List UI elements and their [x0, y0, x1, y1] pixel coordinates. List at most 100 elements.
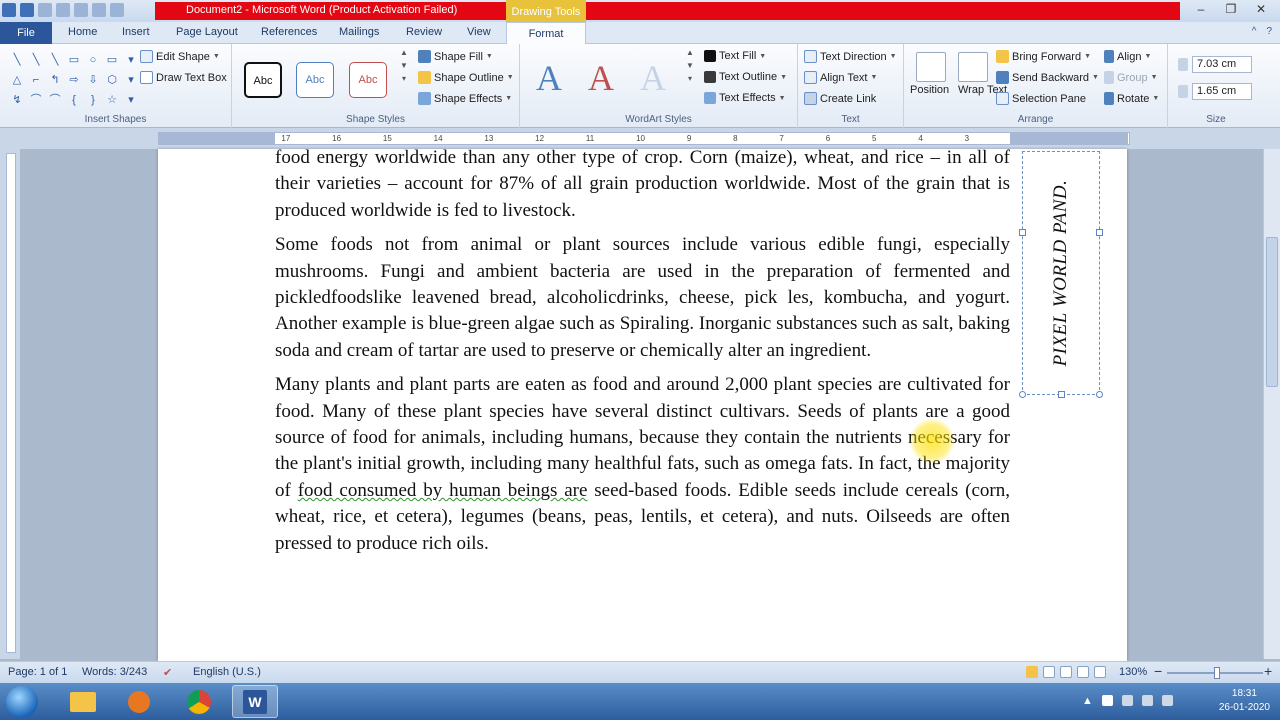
- shape-style-2[interactable]: Abc: [296, 62, 334, 98]
- shape-style-3[interactable]: Abc: [349, 62, 387, 98]
- shape-height-field[interactable]: 7.03 cm: [1192, 56, 1252, 73]
- align-button[interactable]: Align ▼: [1104, 50, 1151, 63]
- action-center-icon[interactable]: [1101, 695, 1113, 706]
- tab-file[interactable]: File: [0, 22, 52, 44]
- selected-text-box[interactable]: PIXEL WORLD PAND.: [1019, 151, 1103, 398]
- close-button[interactable]: ✕: [1246, 0, 1276, 18]
- resize-handle-bottom-left[interactable]: [1019, 391, 1026, 398]
- word-icon[interactable]: [2, 3, 16, 17]
- shape-gallery-item[interactable]: }: [84, 92, 102, 109]
- volume-icon[interactable]: [1161, 695, 1173, 706]
- shape-gallery-item[interactable]: ▭: [65, 52, 83, 69]
- more-icon[interactable]: ▾: [402, 74, 406, 83]
- customize-qat-icon[interactable]: [110, 3, 124, 17]
- shape-style-1[interactable]: Abc: [244, 62, 282, 98]
- shape-gallery-item[interactable]: ⇩: [84, 72, 102, 89]
- scroll-down-icon[interactable]: ▼: [400, 61, 408, 70]
- tab-view[interactable]: View: [467, 26, 491, 38]
- zoom-slider-knob[interactable]: [1214, 667, 1220, 679]
- page-count[interactable]: Page: 1 of 1: [8, 666, 67, 678]
- shape-width-field[interactable]: 1.65 cm: [1192, 83, 1252, 100]
- scroll-up-icon[interactable]: ▲: [400, 48, 408, 57]
- text-direction-button[interactable]: Text Direction ▼: [804, 50, 897, 63]
- paragraph-2[interactable]: Some foods not from animal or plant sour…: [275, 232, 1010, 364]
- shape-gallery-item[interactable]: ▾: [122, 52, 140, 69]
- show-hidden-icons[interactable]: ▲: [1082, 695, 1093, 707]
- shape-gallery-item[interactable]: {: [65, 92, 83, 109]
- start-button[interactable]: [6, 686, 38, 718]
- tab-insert[interactable]: Insert: [122, 26, 150, 38]
- document-page[interactable]: food energy worldwide than any other typ…: [158, 149, 1127, 661]
- clock[interactable]: 18:31 26-01-2020: [1219, 687, 1270, 715]
- shape-gallery-item[interactable]: ↯: [8, 92, 26, 109]
- wrap-text-icon[interactable]: [958, 52, 988, 82]
- shape-styles-scroll[interactable]: ▲ ▼ ▾: [400, 48, 408, 83]
- shape-gallery-item[interactable]: ⌒: [27, 92, 45, 109]
- paragraph-1[interactable]: food energy worldwide than any other typ…: [275, 149, 1010, 224]
- rotate-button[interactable]: Rotate ▼: [1104, 92, 1159, 105]
- text-fill-button[interactable]: Text Fill ▼: [704, 50, 766, 62]
- minimize-ribbon-icon[interactable]: ^: [1252, 26, 1257, 37]
- shape-gallery-item[interactable]: ╲: [27, 52, 45, 69]
- shape-outline-button[interactable]: Shape Outline ▼: [418, 71, 514, 84]
- scrollbar-thumb[interactable]: [1266, 237, 1278, 387]
- wordart-style-2[interactable]: A: [588, 58, 614, 98]
- shape-gallery-item[interactable]: ⇨: [65, 72, 83, 89]
- network-icon[interactable]: [1121, 695, 1133, 706]
- draft-view-icon[interactable]: [1094, 666, 1106, 678]
- resize-handle-bottom[interactable]: [1058, 391, 1065, 398]
- vertical-ruler-scale[interactable]: [6, 153, 16, 653]
- taskbar-media-player[interactable]: [116, 685, 162, 718]
- resize-handle-right[interactable]: [1096, 229, 1103, 236]
- scroll-up-icon[interactable]: ▲: [686, 48, 694, 57]
- tab-page-layout[interactable]: Page Layout: [176, 26, 238, 38]
- web-layout-icon[interactable]: [1060, 666, 1072, 678]
- tab-references[interactable]: References: [261, 26, 317, 38]
- minimize-button[interactable]: –: [1186, 0, 1216, 18]
- taskbar-word[interactable]: W: [232, 685, 278, 718]
- zoom-out-button[interactable]: −: [1154, 663, 1162, 679]
- proofing-icon[interactable]: ✔: [163, 666, 172, 679]
- word-count[interactable]: Words: 3/243: [82, 666, 147, 678]
- print-preview-icon[interactable]: [92, 3, 106, 17]
- shapes-gallery[interactable]: ╲ ╲ ╲ ▭ ○ ▭ ▾ △ ⌐ ↰ ⇨ ⇩ ⬡ ▾ ↯ ⌒ ⌒{} ☆ ▾: [8, 52, 140, 109]
- power-icon[interactable]: [1141, 695, 1153, 706]
- resize-handle-bottom-right[interactable]: [1096, 391, 1103, 398]
- undo-icon[interactable]: [38, 3, 52, 17]
- shape-gallery-item[interactable]: ⬡: [103, 72, 121, 89]
- scroll-down-icon[interactable]: ▼: [686, 61, 694, 70]
- align-text-button[interactable]: Align Text ▼: [804, 71, 877, 84]
- shape-gallery-item[interactable]: ☆: [103, 92, 121, 109]
- shape-gallery-item[interactable]: ▾: [122, 72, 140, 89]
- wordart-style-3[interactable]: A: [640, 58, 666, 98]
- tab-mailings[interactable]: Mailings: [339, 26, 379, 38]
- wordart-style-1[interactable]: A: [536, 58, 562, 98]
- create-link-button[interactable]: Create Link: [804, 92, 876, 105]
- save-icon[interactable]: [20, 3, 34, 17]
- position-icon[interactable]: [916, 52, 946, 82]
- taskbar-chrome[interactable]: [176, 685, 222, 718]
- print-layout-icon[interactable]: [1026, 666, 1038, 678]
- shape-effects-button[interactable]: Shape Effects ▼: [418, 92, 512, 105]
- shape-gallery-item[interactable]: ╲: [46, 52, 64, 69]
- document-body[interactable]: food energy worldwide than any other typ…: [275, 149, 1010, 565]
- more-icon[interactable]: ▾: [688, 74, 692, 83]
- vertical-scrollbar[interactable]: [1263, 149, 1280, 659]
- text-outline-button[interactable]: Text Outline ▼: [704, 71, 787, 83]
- shape-gallery-item[interactable]: ╲: [8, 52, 26, 69]
- language-indicator[interactable]: English (U.S.): [193, 666, 261, 678]
- open-icon[interactable]: [74, 3, 88, 17]
- redo-icon[interactable]: [56, 3, 70, 17]
- restore-button[interactable]: ❐: [1216, 0, 1246, 18]
- zoom-level[interactable]: 130%: [1119, 666, 1147, 678]
- shape-fill-button[interactable]: Shape Fill ▼: [418, 50, 493, 63]
- tab-format[interactable]: Format: [506, 22, 586, 45]
- paragraph-3[interactable]: Many plants and plant parts are eaten as…: [275, 372, 1010, 557]
- shape-gallery-item[interactable]: △: [8, 72, 26, 89]
- edit-shape-button[interactable]: Edit Shape ▼: [140, 50, 220, 63]
- shape-gallery-item[interactable]: ○: [84, 52, 102, 69]
- text-box-content[interactable]: PIXEL WORLD PAND.: [1050, 180, 1072, 367]
- zoom-in-button[interactable]: +: [1264, 663, 1272, 679]
- horizontal-ruler[interactable]: 191817161514131211109876543211: [0, 128, 1280, 149]
- send-backward-button[interactable]: Send Backward ▼: [996, 71, 1099, 84]
